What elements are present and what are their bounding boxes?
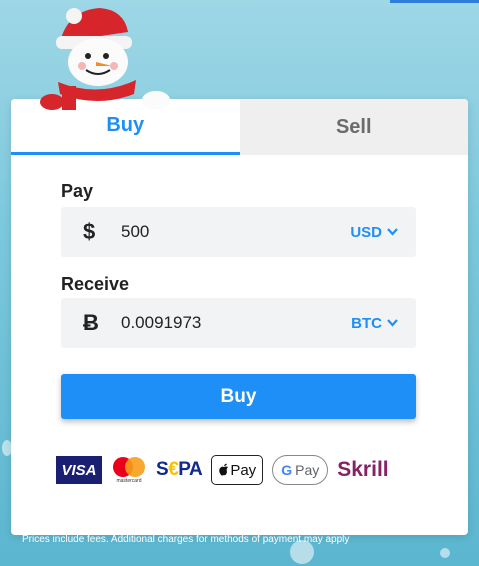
buy-button[interactable]: Buy bbox=[61, 374, 416, 419]
pay-field: $ USD bbox=[61, 207, 416, 257]
top-accent-bar bbox=[390, 0, 479, 3]
receive-currency-label: BTC bbox=[351, 314, 382, 332]
bitcoin-icon: Ƀ bbox=[83, 310, 99, 335]
google-pay-label: Pay bbox=[295, 462, 320, 478]
mastercard-wordmark: mastercard bbox=[116, 478, 142, 484]
sepa-s: S bbox=[156, 459, 169, 480]
visa-logo: VISA bbox=[56, 456, 102, 484]
payment-methods: VISA mastercard S € PA Pay G Pay Skrill bbox=[56, 455, 389, 485]
sepa-logo: S € PA bbox=[156, 459, 203, 481]
skrill-logo: Skrill bbox=[337, 458, 389, 481]
receive-currency-select[interactable]: BTC bbox=[351, 315, 398, 332]
mastercard-logo: mastercard bbox=[111, 455, 147, 485]
apple-pay-label: Pay bbox=[230, 461, 257, 479]
pay-amount-input[interactable] bbox=[119, 221, 351, 243]
sepa-euro: € bbox=[168, 459, 179, 480]
snow-decoration bbox=[440, 548, 450, 558]
fees-footnote: Prices include fees. Additional charges … bbox=[22, 534, 350, 545]
receive-amount-input[interactable] bbox=[119, 312, 352, 334]
receive-label: Receive bbox=[61, 274, 130, 294]
chevron-down-icon bbox=[387, 228, 398, 236]
tab-sell[interactable]: Sell bbox=[239, 99, 468, 155]
apple-pay-logo: Pay bbox=[211, 455, 264, 485]
receive-field: Ƀ BTC bbox=[61, 298, 416, 348]
pay-currency-label: USD bbox=[350, 223, 382, 241]
apple-icon bbox=[219, 463, 229, 476]
snowman-mascot-icon bbox=[40, 8, 170, 110]
exchange-widget: Buy Sell Pay $ USD Receive Ƀ BTC Buy VIS… bbox=[11, 99, 468, 535]
pay-label: Pay bbox=[61, 181, 94, 201]
sepa-pa: PA bbox=[178, 459, 203, 480]
mastercard-circles-icon bbox=[113, 457, 145, 477]
chevron-down-icon bbox=[387, 319, 398, 327]
pay-currency-select[interactable]: USD bbox=[350, 224, 398, 241]
google-g-icon: G bbox=[281, 462, 293, 478]
dollar-icon: $ bbox=[83, 219, 96, 244]
google-pay-logo: G Pay bbox=[272, 455, 329, 485]
